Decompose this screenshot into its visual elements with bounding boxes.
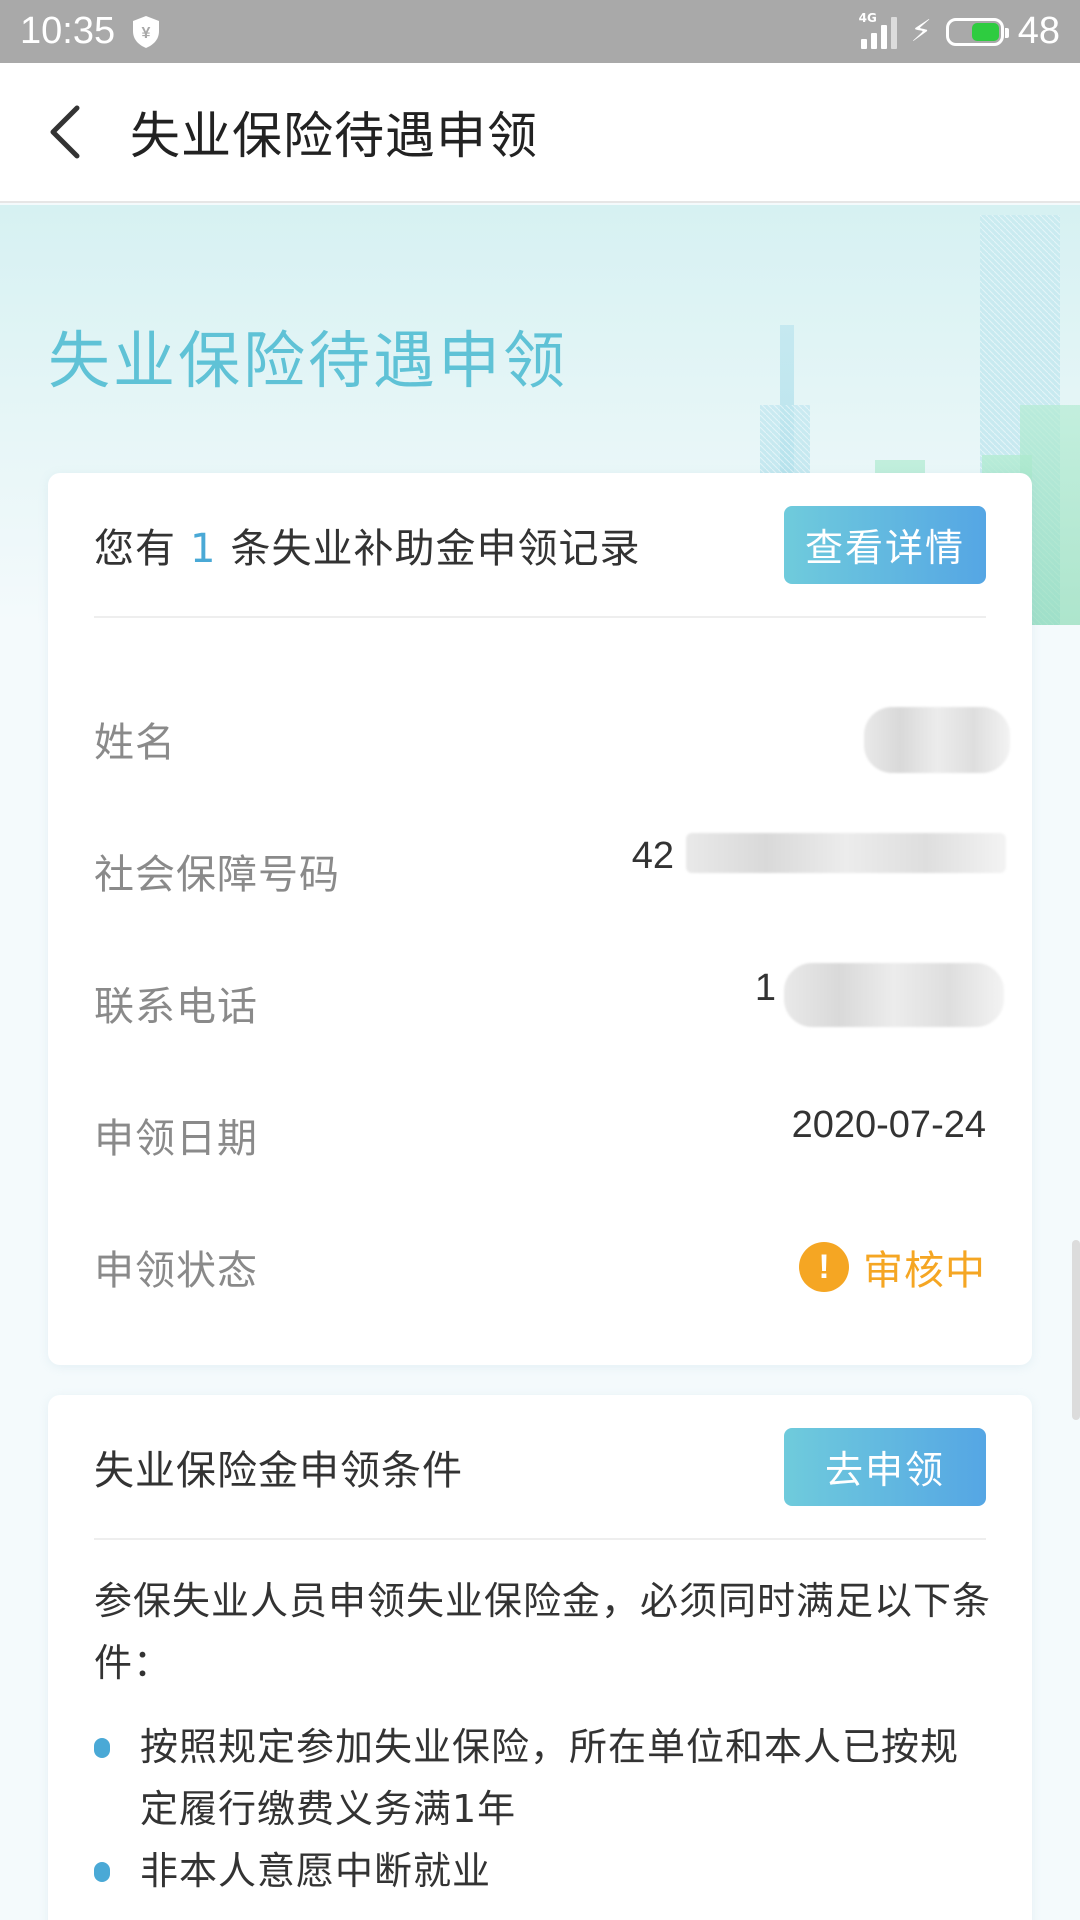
phone-value: 1 — [754, 967, 776, 1009]
battery-level: 48 — [1017, 10, 1060, 52]
status-time: 10:35 — [20, 10, 116, 52]
info-row-status: 申领状态 ! 审核中 — [94, 1201, 986, 1333]
info-row-name: 姓名 — [94, 673, 1010, 805]
apply-button[interactable]: 去申领 — [784, 1427, 986, 1506]
name-label: 姓名 — [94, 720, 176, 766]
conditions-body: 参保失业人员申领失业保险金，必须同时满足以下条件： 按照规定参加失业保险，所在单… — [94, 1570, 992, 1902]
redacted-name — [864, 707, 1010, 773]
shield-yen-icon: ¥ — [131, 15, 161, 49]
status-text: 审核中 — [863, 1248, 986, 1294]
conditions-title: 失业保险金申领条件 — [94, 1447, 463, 1494]
info-row-ssn: 社会保障号码 42 — [94, 805, 1006, 937]
record-count: 1 — [190, 525, 217, 572]
status-label: 申领状态 — [94, 1248, 258, 1294]
battery-icon — [945, 17, 1009, 46]
view-details-button[interactable]: 查看详情 — [784, 505, 986, 584]
page-title: 失业保险待遇申领 — [130, 107, 538, 165]
conditions-list: 按照规定参加失业保险，所在单位和本人已按规定履行缴费义务满1年 非本人意愿中断就… — [94, 1716, 992, 1902]
record-info-list: 姓名 社会保障号码 42 联系电话 1 申领日期 2020-07-24 申领状态… — [94, 673, 1010, 1333]
record-card: 您有 1 条失业补助金申领记录 查看详情 姓名 社会保障号码 42 联系电话 1 申… — [48, 473, 1032, 1365]
network-type: 4G — [858, 10, 877, 25]
date-value: 2020-07-24 — [791, 1103, 986, 1146]
condition-text: 非本人意愿中断就业 — [140, 1849, 492, 1893]
app-header: 失业保险待遇申领 — [0, 63, 1080, 203]
status-badge: ! 审核中 — [799, 1238, 986, 1296]
list-item: 按照规定参加失业保险，所在单位和本人已按规定履行缴费义务满1年 — [94, 1716, 992, 1840]
bullet-icon — [94, 1738, 110, 1758]
bullet-icon — [94, 1862, 110, 1882]
scrollbar[interactable] — [1072, 1240, 1080, 1420]
record-card-header: 您有 1 条失业补助金申领记录 查看详情 — [94, 473, 986, 618]
conditions-card: 失业保险金申领条件 去申领 参保失业人员申领失业保险金，必须同时满足以下条件： … — [48, 1395, 1032, 1920]
back-button[interactable] — [10, 63, 120, 201]
record-summary-prefix: 您有 — [94, 525, 176, 572]
list-item: 非本人意愿中断就业 — [94, 1840, 992, 1902]
status-bar: 10:35 ¥ 4G ⚡ 48 — [0, 0, 1080, 63]
phone-label: 联系电话 — [94, 984, 258, 1030]
info-row-phone: 联系电话 1 — [94, 937, 1004, 1069]
conditions-intro: 参保失业人员申领失业保险金，必须同时满足以下条件： — [94, 1579, 992, 1685]
charging-bolt-icon: ⚡ — [910, 14, 932, 49]
ssn-value: 42 — [631, 835, 674, 877]
redacted-phone — [784, 963, 1004, 1027]
conditions-card-header: 失业保险金申领条件 去申领 — [94, 1395, 986, 1540]
info-row-date: 申领日期 2020-07-24 — [94, 1069, 986, 1201]
condition-text: 按照规定参加失业保险，所在单位和本人已按规定履行缴费义务满1年 — [140, 1725, 960, 1831]
record-summary: 您有 1 条失业补助金申领记录 — [94, 516, 640, 574]
redacted-ssn — [686, 833, 1006, 873]
signal-icon: 4G — [859, 11, 897, 49]
ssn-label: 社会保障号码 — [94, 852, 340, 898]
status-icons: 4G ⚡ 48 — [859, 10, 1060, 53]
banner-title: 失业保险待遇申领 — [48, 324, 569, 397]
date-label: 申领日期 — [94, 1116, 258, 1162]
chevron-left-icon — [50, 105, 80, 159]
exclamation-circle-icon: ! — [799, 1242, 849, 1292]
record-summary-suffix: 条失业补助金申领记录 — [230, 525, 641, 572]
svg-text:¥: ¥ — [142, 25, 151, 42]
